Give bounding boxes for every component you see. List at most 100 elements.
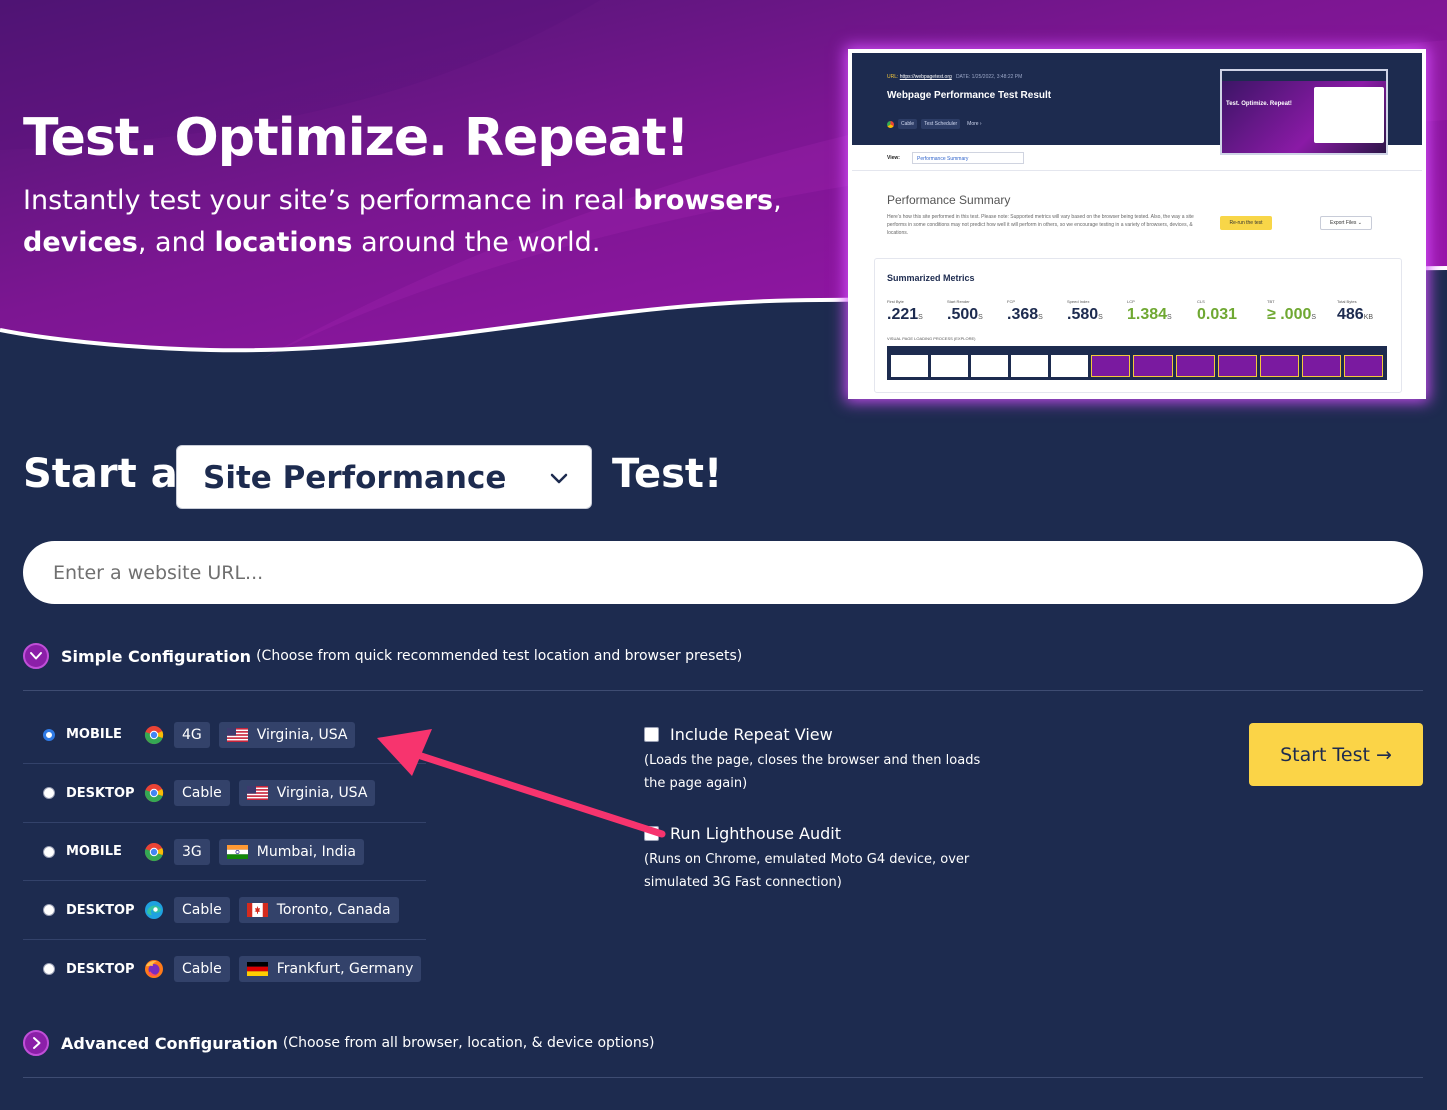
preset-option[interactable]: DESKTOP Cable Virginia, USA — [23, 765, 426, 823]
preview-metric-label: Total Bytes — [1337, 299, 1357, 304]
firefox-icon — [144, 959, 164, 979]
preview-metric-label: TBT — [1267, 299, 1275, 304]
preset-location-label: Frankfurt, Germany — [276, 961, 414, 978]
repeat-view-label[interactable]: Include Repeat View — [670, 725, 833, 744]
preset-radio[interactable] — [43, 728, 55, 741]
preset-option[interactable]: MOBILE 4G Virginia, USA — [23, 706, 426, 764]
preview-summary-title: Performance Summary — [887, 193, 1011, 207]
preview-mini-screenshot: Test. Optimize. Repeat! — [1220, 69, 1388, 155]
preview-metric-value: ≥ .000S — [1267, 306, 1317, 323]
preset-connection: Cable — [174, 897, 230, 924]
preset-option[interactable]: DESKTOP Cable Toronto, Canada — [23, 882, 426, 940]
canada-flag-icon — [246, 903, 277, 918]
start-prefix: Start a — [23, 451, 178, 497]
chrome-icon — [144, 783, 164, 803]
start-test-button[interactable]: Start Test → — [1249, 723, 1423, 786]
advanced-config-header[interactable]: Advanced Configuration (Choose from all … — [23, 1030, 654, 1056]
preset-location: Toronto, Canada — [238, 897, 399, 924]
preview-metrics-card: Summarized Metrics First Byte .221S Start … — [874, 258, 1402, 393]
preview-metric: Total Bytes 486KB — [1337, 299, 1373, 324]
preset-radio[interactable] — [43, 787, 55, 800]
us-flag-icon — [246, 786, 277, 801]
url-input[interactable] — [23, 541, 1423, 604]
preset-device: MOBILE — [66, 727, 122, 742]
preset-location-label: Toronto, Canada — [276, 902, 391, 919]
test-type-value: Site Performance — [203, 460, 507, 496]
preset-device: MOBILE — [66, 844, 122, 860]
chevron-right-icon[interactable] — [23, 1030, 49, 1056]
result-preview-image: URL: https://webpagetest.org DATE: 1/25/… — [848, 49, 1426, 399]
preview-film-frame — [1217, 355, 1257, 377]
preset-location: Mumbai, India — [218, 838, 364, 865]
preview-film-frame — [931, 355, 969, 377]
preview-metric: TBT ≥ .000S — [1267, 299, 1316, 324]
chrome-icon — [887, 120, 894, 128]
preset-connection: 4G — [174, 721, 210, 748]
preview-metric: FCP .368S — [1007, 299, 1043, 324]
preview-export-button: Export Files ⌄ — [1320, 216, 1372, 230]
preview-rerun-button: Re-run the test — [1220, 216, 1272, 230]
preview-film-frame — [971, 355, 1009, 377]
preview-metric: First Byte .221S — [887, 299, 923, 324]
advanced-config-description: (Choose from all browser, location, & de… — [282, 1035, 655, 1051]
preview-film-frame — [1259, 355, 1299, 377]
lighthouse-checkbox[interactable] — [644, 826, 659, 841]
simple-config-header[interactable]: Simple Configuration (Choose from quick … — [23, 643, 742, 669]
preset-connection: Cable — [174, 780, 230, 807]
lighthouse-label[interactable]: Run Lighthouse Audit — [670, 824, 841, 843]
preview-view-bar: View: Performance Summary — [852, 145, 1422, 171]
preview-metric-value: 1.384S — [1127, 306, 1172, 323]
preset-option[interactable]: DESKTOP Cable Frankfurt, Germany — [23, 940, 426, 998]
preview-metric: Start Render .500S — [947, 299, 983, 324]
preset-device: DESKTOP — [66, 902, 135, 918]
preset-location: Frankfurt, Germany — [238, 956, 422, 983]
preview-metric-label: LCP — [1127, 299, 1135, 304]
preview-metric-label: CLS — [1197, 299, 1205, 304]
preview-film-frame — [1301, 355, 1341, 377]
preview-summary-text: Here’s how this site performed in this t… — [887, 214, 1194, 236]
repeat-view-checkbox[interactable] — [644, 727, 659, 742]
preset-radio[interactable] — [43, 963, 55, 976]
divider — [23, 690, 1423, 691]
preview-tag: Test Scheduler — [921, 119, 961, 129]
preview-title: Webpage Performance Test Result — [887, 90, 1052, 101]
preview-film-frame — [1091, 355, 1131, 377]
preview-film-frame — [1011, 355, 1049, 377]
preview-metric: Speed Index .580S — [1067, 299, 1103, 324]
preview-header: URL: https://webpagetest.org DATE: 1/25/… — [852, 53, 1422, 155]
preset-location: Virginia, USA — [218, 721, 356, 748]
us-flag-icon — [226, 727, 257, 742]
preview-film-frame — [1343, 355, 1383, 377]
preview-metric: CLS 0.031 — [1197, 299, 1237, 324]
preview-tag: More › — [967, 121, 982, 127]
preset-connection: Cable — [174, 956, 230, 983]
preset-location: Virginia, USA — [238, 780, 376, 807]
preview-metrics-title: Summarized Metrics — [887, 273, 975, 283]
advanced-config-title: Advanced Configuration — [61, 1033, 278, 1053]
preview-view-select: Performance Summary — [912, 152, 1024, 164]
germany-flag-icon — [246, 962, 277, 977]
preview-metric-value: .500S — [947, 306, 983, 323]
chevron-down-icon[interactable] — [23, 643, 49, 669]
preview-url: URL: https://webpagetest.org DATE: 1/25/… — [887, 74, 1023, 80]
preset-device: DESKTOP — [66, 961, 135, 977]
simple-config-title: Simple Configuration — [61, 646, 252, 666]
hero-subtitle: Instantly test your site’s performance i… — [23, 185, 782, 258]
preset-location-label: Virginia, USA — [256, 726, 348, 743]
preset-location-label: Mumbai, India — [256, 843, 356, 860]
preset-radio[interactable] — [43, 845, 55, 858]
chrome-icon — [144, 842, 164, 862]
preview-visual-label: VISUAL PAGE LOADING PROCESS (EXPLORE) — [887, 336, 976, 341]
preset-option[interactable]: MOBILE 3G Mumbai, India — [23, 823, 426, 882]
preview-film-frame — [1051, 355, 1089, 377]
preview-tags: Cable Test Scheduler More › — [887, 119, 985, 129]
edge-icon — [144, 900, 164, 920]
preview-metric-label: Start Render — [947, 299, 970, 304]
preview-tag: Cable — [898, 119, 918, 129]
test-type-select[interactable]: Site Performance — [176, 445, 592, 509]
preview-metric-label: Speed Index — [1067, 299, 1090, 304]
preview-film-frame — [1133, 355, 1173, 377]
preview-metric-label: First Byte — [887, 299, 904, 304]
preview-metric-value: .580S — [1067, 306, 1103, 323]
preset-radio[interactable] — [43, 904, 55, 917]
